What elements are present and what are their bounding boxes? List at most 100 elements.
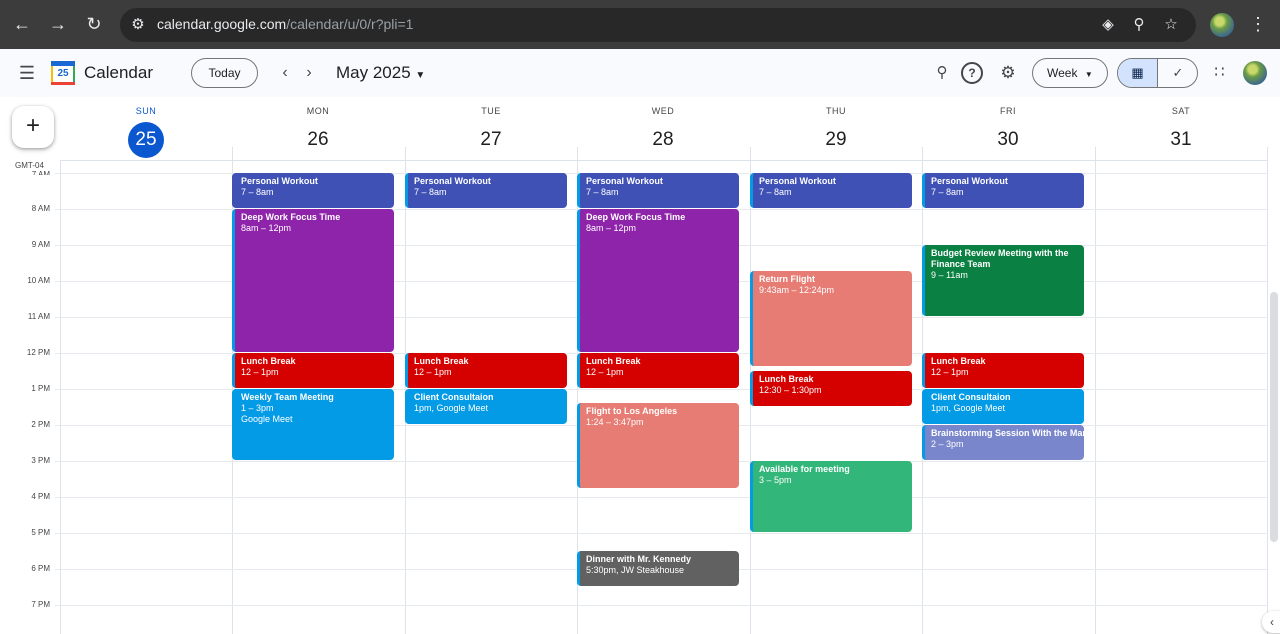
event-title: Dinner with Mr. Kennedy [586, 554, 692, 564]
app-title: Calendar [84, 63, 153, 82]
settings-gear-icon[interactable]: ⚙ [996, 61, 1020, 85]
day-number[interactable]: 27 [473, 122, 509, 158]
event-time: 7 – 8am [241, 187, 274, 197]
day-header-wed: WED 28 [577, 97, 749, 159]
event-title: Deep Work Focus Time [586, 212, 686, 222]
chevron-down-icon: ▼ [415, 70, 426, 81]
browser-toolbar: ← → ↻ ⚙ calendar.google.com/calendar/u/0… [0, 0, 1280, 49]
day-number[interactable]: 29 [818, 122, 854, 158]
event-title: Personal Workout [241, 176, 318, 186]
day-number[interactable]: 30 [990, 122, 1026, 158]
browser-menu-icon[interactable]: ⋮ [1246, 12, 1270, 36]
hour-gridline [55, 533, 1268, 534]
hour-gridline [55, 497, 1268, 498]
calendar-event[interactable]: Deep Work Focus Time 8am – 12pm [232, 209, 394, 352]
event-time: 3 – 5pm [759, 475, 792, 485]
create-button[interactable]: + [12, 106, 54, 148]
calendar-event[interactable]: Budget Review Meeting with the Finance T… [922, 245, 1084, 316]
calendar-event[interactable]: Return Flight 9:43am – 12:24pm [750, 270, 912, 367]
event-title: Client Consultaion [414, 392, 494, 402]
hour-label: 6 PM [31, 564, 50, 573]
calendar-event[interactable]: Brainstorming Session With the Marketing… [922, 425, 1084, 460]
day-number[interactable]: 25 [128, 122, 164, 158]
calendar-event[interactable]: Weekly Team Meeting 1 – 3pm Google Meet [232, 389, 394, 460]
calendar-logo-icon[interactable]: 25 [51, 61, 75, 85]
event-title: Personal Workout [414, 176, 491, 186]
browser-profile-avatar[interactable] [1210, 13, 1234, 37]
event-title: Deep Work Focus Time [241, 212, 341, 222]
day-number[interactable]: 31 [1163, 122, 1199, 158]
calendar-event[interactable]: Flight to Los Angeles 1:24 – 3:47pm [577, 403, 739, 489]
hour-label: 9 AM [31, 240, 50, 249]
calendar-event[interactable]: Available for meeting 3 – 5pm [750, 461, 912, 532]
view-select-label: Week [1047, 66, 1078, 80]
event-title: Brainstorming Session With the Marketing… [931, 428, 1084, 438]
event-time: 7 – 8am [414, 187, 447, 197]
chevron-right-icon[interactable]: › [299, 61, 319, 85]
hour-label: 3 PM [31, 456, 50, 465]
event-title: Available for meeting [759, 464, 850, 474]
calendar-event[interactable]: Lunch Break 12 – 1pm [405, 353, 567, 388]
search-icon[interactable]: ⚲ [930, 61, 954, 85]
event-time: 12 – 1pm [241, 367, 279, 377]
site-info-icon[interactable]: ⚙ [128, 15, 148, 35]
event-time: 9:43am – 12:24pm [759, 284, 835, 295]
event-title: Personal Workout [586, 176, 663, 186]
main-menu-icon[interactable]: ☰ [15, 61, 39, 85]
day-header-thu: THU 29 [750, 97, 922, 159]
calendar-event[interactable]: Lunch Break 12 – 1pm [232, 353, 394, 388]
calendar-event[interactable]: Lunch Break 12 – 1pm [922, 353, 1084, 388]
account-avatar[interactable] [1243, 61, 1267, 85]
view-select-button[interactable]: Week ▼ [1032, 58, 1108, 88]
calendar-event[interactable]: Deep Work Focus Time 8am – 12pm [577, 209, 739, 352]
month-title[interactable]: May 2025 ▼ [336, 63, 425, 83]
event-time: 7 – 8am [586, 187, 619, 197]
today-button[interactable]: Today [191, 58, 258, 88]
calendar-view-icon[interactable]: ▦ [1118, 59, 1158, 87]
calendar-event[interactable]: Client Consultaion 1pm, Google Meet [405, 389, 567, 424]
url-host: calendar.google.com [157, 16, 287, 32]
calendar-event[interactable]: Lunch Break 12:30 – 1:30pm [750, 371, 912, 406]
month-title-label: May 2025 [336, 63, 411, 82]
calendar-event[interactable]: Personal Workout 7 – 8am [922, 173, 1084, 208]
chevron-left-icon[interactable]: ‹ [275, 61, 295, 85]
hour-label: 1 PM [31, 384, 50, 393]
event-time: 8am – 12pm [241, 223, 292, 233]
header-divider [60, 160, 1268, 161]
back-icon[interactable]: ← [10, 12, 34, 36]
calendar-event[interactable]: Personal Workout 7 – 8am [232, 173, 394, 208]
bookmark-star-icon[interactable]: ☆ [1161, 15, 1181, 35]
event-time: 1pm, Google Meet [931, 403, 1006, 413]
day-number[interactable]: 28 [645, 122, 681, 158]
day-number[interactable]: 26 [300, 122, 336, 158]
calendar-event[interactable]: Dinner with Mr. Kennedy 5:30pm, JW Steakh… [577, 551, 739, 586]
apps-grid-icon[interactable]: ∷ [1207, 61, 1231, 85]
calendar-event[interactable]: Personal Workout 7 – 8am [577, 173, 739, 208]
calendar-event[interactable]: Lunch Break 12 – 1pm [577, 353, 739, 388]
day-name: THU [826, 106, 846, 116]
event-title: Lunch Break [759, 374, 814, 384]
zoom-icon[interactable]: ⚲ [1129, 15, 1149, 35]
cast-icon[interactable]: ◈ [1098, 15, 1118, 35]
calendar-event[interactable]: Personal Workout 7 – 8am [750, 173, 912, 208]
tasks-view-icon[interactable]: ✓ [1158, 59, 1197, 87]
day-name: TUE [481, 106, 501, 116]
hour-label: 7 AM [31, 170, 50, 175]
day-name: WED [651, 106, 675, 116]
event-time: 12 – 1pm [414, 367, 452, 377]
calendar-event[interactable]: Personal Workout 7 – 8am [405, 173, 567, 208]
logo-number: 25 [53, 66, 73, 82]
calendar-event[interactable]: Client Consultaion 1pm, Google Meet [922, 389, 1084, 424]
event-time: 8am – 12pm [586, 223, 637, 233]
reload-icon[interactable]: ↻ [82, 12, 106, 36]
event-time: 7 – 8am [759, 187, 792, 197]
forward-icon[interactable]: → [46, 12, 70, 36]
help-icon[interactable]: ? [961, 62, 983, 84]
url-text[interactable]: calendar.google.com/calendar/u/0/r?pli=1 [157, 16, 413, 32]
event-title: Personal Workout [759, 176, 836, 186]
event-title: Lunch Break [586, 356, 641, 366]
day-header-sun: SUN 25 [60, 97, 232, 159]
side-panel-toggle-icon[interactable]: ‹ [1262, 611, 1280, 633]
address-bar[interactable]: ⚙ calendar.google.com/calendar/u/0/r?pli… [120, 8, 1196, 42]
scrollbar[interactable] [1270, 292, 1278, 542]
